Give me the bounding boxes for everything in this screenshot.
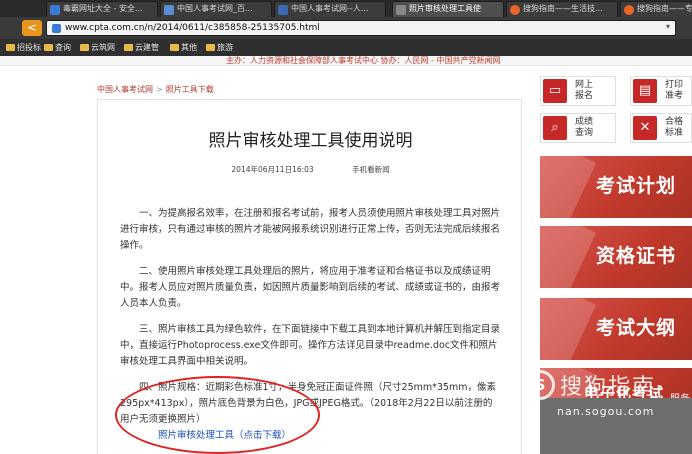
breadcrumb-separator: >: [156, 85, 163, 94]
bookmark-label: 招投标: [17, 43, 41, 52]
banner-decoration: [540, 226, 597, 288]
bookmark-label: 旅游: [217, 43, 233, 52]
publish-date: 2014年06月11日16:03: [231, 165, 314, 174]
sogou-favicon-icon: [510, 5, 520, 15]
button-label: 成绩 查询: [575, 117, 594, 138]
bookmark-qita[interactable]: 其他: [170, 41, 197, 54]
tab-sogou-guide-2[interactable]: 搜狗指南——专: [620, 1, 692, 17]
banner-decoration: [540, 156, 597, 218]
breadcrumb-home-link[interactable]: 中国人事考试网: [97, 85, 153, 94]
tab-label: 搜狗指南——专: [637, 4, 692, 13]
print-admission-button[interactable]: ▤ 打印 准考: [630, 76, 692, 106]
breadcrumb-current-link[interactable]: 照片工具下载: [166, 85, 214, 94]
tab-label: 中国人事考试网--人...: [291, 4, 369, 13]
watermark-url: nan.sogou.com: [557, 405, 655, 418]
online-register-button[interactable]: ▭ 网上 报名: [540, 76, 616, 106]
page-favicon-icon: [396, 5, 406, 15]
tab-sogou-guide[interactable]: 搜狗指南——生活技...: [506, 1, 618, 17]
folder-icon: [80, 44, 89, 51]
tab-label: 中国人事考试网_百...: [177, 4, 253, 13]
tab-cpta[interactable]: 中国人事考试网--人...: [274, 1, 386, 17]
url-input[interactable]: www.cpta.com.cn/n/2014/0611/c385858-2513…: [46, 20, 676, 36]
qualification-banner[interactable]: 资格证书: [540, 226, 692, 288]
banner-label: 考试计划: [596, 175, 677, 197]
breadcrumb: 中国人事考试网 > 照片工具下载: [97, 84, 214, 95]
tab-label: 毒霸网址大全 - 安全...: [63, 4, 143, 13]
banner-label: 考试大纲: [596, 317, 677, 339]
tab-label: 搜狗指南——生活技...: [523, 4, 603, 13]
paragraph-1: 一、为提高报名效率，在注册和报名考试前，报考人员须使用照片审核处理工具对照片进行…: [120, 208, 501, 251]
mobile-news-link[interactable]: 手机看新闻: [352, 165, 390, 174]
printer-icon: ▤: [633, 79, 657, 103]
folder-icon: [124, 44, 133, 51]
tab-cpta-baidu[interactable]: 中国人事考试网_百...: [160, 1, 272, 17]
site-header-strip: 主办：人力资源和社会保障部人事考试中心 协办：人民网 - 中国共产党新闻网: [0, 56, 692, 66]
syllabus-banner[interactable]: 考试大纲: [540, 298, 692, 360]
page-favicon-icon: [164, 5, 174, 15]
url-text: www.cpta.com.cn/n/2014/0611/c385858-2513…: [65, 23, 320, 33]
sogou-favicon-icon: [624, 5, 634, 15]
bookmark-zhaotoubiao[interactable]: 招投标: [6, 41, 41, 54]
paragraph-3: 三、照片审核工具为绿色软件，在下面链接中下载工具到本地计算机并解压到指定目录中，…: [120, 324, 501, 367]
bookmark-label: 云筑网: [91, 43, 115, 52]
button-label: 网上 报名: [575, 80, 594, 101]
bookmarks-bar: 招投标 查询 云筑网 云建管 其他 旅游: [0, 39, 692, 56]
sponsor-text: 主办：人力资源和社会保障部人事考试中心 协办：人民网 - 中国共产党新闻网: [226, 56, 501, 65]
pass-standard-button[interactable]: ✕ 合格 标准: [630, 113, 692, 143]
article-meta: 2014年06月11日16:03 手机看新闻: [98, 164, 523, 175]
tab-label: 照片审核处理工具使: [409, 4, 481, 13]
button-label: 打印 准考: [665, 80, 684, 101]
back-button[interactable]: <: [22, 20, 42, 36]
bookmark-label: 其他: [181, 43, 197, 52]
duba-favicon-icon: [50, 5, 60, 15]
tab-photo-tool-active[interactable]: 照片审核处理工具使: [392, 1, 504, 17]
monitor-icon: ▭: [543, 79, 567, 103]
page-favicon-icon: [278, 5, 288, 15]
page-title: 照片审核处理工具使用说明: [208, 131, 413, 151]
folder-icon: [6, 44, 15, 51]
sogou-logo-icon: S: [525, 370, 555, 400]
site-icon: [52, 24, 61, 33]
bookmark-yunjianguan[interactable]: 云建管: [124, 41, 159, 54]
paragraph-2: 二、使用照片审核处理工具处理后的照片，将应用于准考证和合格证书以及成绩证明中。报…: [120, 266, 501, 309]
folder-icon: [206, 44, 215, 51]
tab-duba[interactable]: 毒霸网址大全 - 安全...: [46, 1, 158, 17]
score-query-button[interactable]: ⌕ 成绩 查询: [540, 113, 616, 143]
sogou-watermark: S 搜狗指南 nan.sogou.com: [525, 368, 692, 418]
button-label: 合格 标准: [665, 117, 684, 138]
chevron-down-icon[interactable]: ▾: [666, 22, 670, 31]
exam-plan-banner[interactable]: 考试计划: [540, 156, 692, 218]
page-viewport: 主办：人力资源和社会保障部人事考试中心 协办：人民网 - 中国共产党新闻网 中国…: [0, 56, 692, 454]
bookmark-yunzhuwang[interactable]: 云筑网: [80, 41, 115, 54]
banner-label: 资格证书: [596, 245, 677, 267]
folder-icon: [170, 44, 179, 51]
annotation-ellipse: [115, 376, 320, 454]
banner-decoration: [540, 298, 597, 360]
watermark-title: 搜狗指南: [560, 375, 657, 400]
tools-icon: ✕: [633, 116, 657, 140]
address-bar: < www.cpta.com.cn/n/2014/0611/c385858-25…: [0, 17, 692, 39]
bookmark-chaxun[interactable]: 查询: [44, 41, 71, 54]
tab-strip: 毒霸网址大全 - 安全... 中国人事考试网_百... 中国人事考试网--人..…: [0, 0, 692, 17]
folder-icon: [44, 44, 53, 51]
search-doc-icon: ⌕: [543, 116, 567, 140]
bookmark-lvyou[interactable]: 旅游: [206, 41, 233, 54]
bookmark-label: 云建管: [135, 43, 159, 52]
bookmark-label: 查询: [55, 43, 71, 52]
